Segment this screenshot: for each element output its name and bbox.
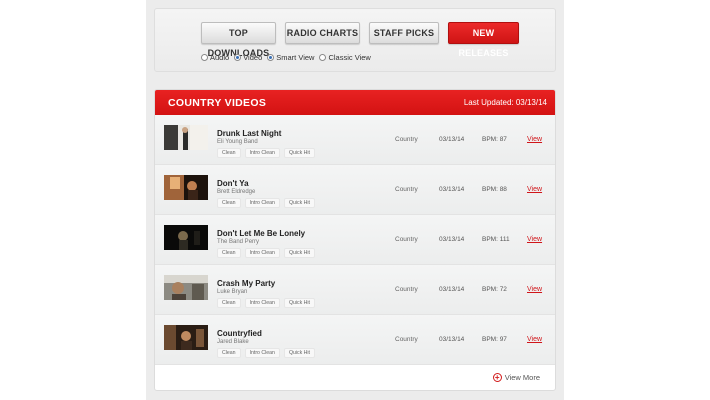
classic-view-radio[interactable]: Classic View: [319, 53, 371, 62]
video-label: Video: [243, 53, 263, 62]
edit-tags: Clean Intro Clean Quick Hit: [217, 248, 319, 258]
edit-quick-hit-button[interactable]: Quick Hit: [283, 148, 315, 158]
category-tabs: Top Downloads Radio Charts Staff Picks N…: [201, 22, 528, 58]
edit-intro-clean-button[interactable]: Intro Clean: [244, 348, 280, 358]
audio-radio-button[interactable]: [201, 54, 208, 61]
edit-quick-hit-button[interactable]: Quick Hit: [283, 198, 315, 208]
list-item: Countryfied Jared Blake Clean Intro Clea…: [155, 315, 555, 365]
genre: Country: [395, 136, 418, 143]
audio-label: Audio: [210, 53, 230, 62]
edit-quick-hit-button[interactable]: Quick Hit: [283, 298, 315, 308]
list-item: Drunk Last Night Eli Young Band Clean In…: [155, 115, 555, 165]
video-radio-button[interactable]: [234, 54, 242, 61]
bpm: BPM: 88: [482, 186, 507, 193]
song-title: Drunk Last Night: [217, 129, 282, 138]
video-radio[interactable]: Video: [234, 53, 262, 62]
artist-name: Eli Young Band: [217, 139, 258, 145]
bpm: BPM: 87: [482, 136, 507, 143]
edit-clean-button[interactable]: Clean: [217, 198, 241, 208]
genre: Country: [395, 236, 418, 243]
last-updated: Last Updated: 03/13/14: [463, 98, 547, 107]
edit-tags: Clean Intro Clean Quick Hit: [217, 298, 319, 308]
artist-name: Brett Eldredge: [217, 189, 256, 195]
video-thumbnail[interactable]: [164, 125, 208, 150]
genre: Country: [395, 336, 418, 343]
release-date: 03/13/14: [439, 136, 465, 143]
song-title: Countryfied: [217, 329, 262, 338]
thumbnail-image: [164, 225, 208, 250]
release-date: 03/13/14: [439, 286, 465, 293]
list-title: COUNTRY VIDEOS: [168, 97, 267, 109]
artist-name: Luke Bryan: [217, 289, 248, 295]
video-list-panel: COUNTRY VIDEOS Last Updated: 03/13/14 Dr…: [154, 89, 556, 391]
release-date: 03/13/14: [439, 336, 465, 343]
thumbnail-image: [164, 125, 208, 150]
view-more-label: View More: [504, 373, 540, 382]
artist-name: Jared Blake: [217, 339, 249, 345]
edit-clean-button[interactable]: Clean: [217, 348, 241, 358]
view-options: Audio Video Smart View Classic View: [201, 53, 376, 62]
list-header: COUNTRY VIDEOS Last Updated: 03/13/14: [155, 90, 555, 115]
edit-clean-button[interactable]: Clean: [217, 148, 241, 158]
plus-circle-icon: +: [492, 373, 502, 382]
list-item: Don't Ya Brett Eldredge Clean Intro Clea…: [155, 165, 555, 215]
view-link[interactable]: View: [527, 136, 542, 143]
list-item: Don't Let Me Be Lonely The Band Perry Cl…: [155, 215, 555, 265]
video-thumbnail[interactable]: [164, 325, 208, 350]
release-date: 03/13/14: [439, 236, 465, 243]
thumbnail-image: [164, 175, 208, 200]
edit-tags: Clean Intro Clean Quick Hit: [217, 148, 319, 158]
song-title: Crash My Party: [217, 279, 276, 288]
view-link[interactable]: View: [527, 236, 542, 243]
video-thumbnail[interactable]: [164, 225, 208, 250]
view-more-button[interactable]: + View More: [492, 373, 540, 382]
song-title: Don't Ya: [217, 179, 249, 188]
filter-panel: Top Downloads Radio Charts Staff Picks N…: [154, 8, 556, 72]
video-thumbnail[interactable]: [164, 275, 208, 300]
audio-radio[interactable]: Audio: [201, 53, 229, 62]
list-item: Crash My Party Luke Bryan Clean Intro Cl…: [155, 265, 555, 315]
smart-view-radio[interactable]: Smart View: [267, 53, 314, 62]
tab-top-downloads[interactable]: Top Downloads: [201, 22, 276, 58]
release-date: 03/13/14: [439, 186, 465, 193]
song-title: Don't Let Me Be Lonely: [217, 229, 306, 238]
smart-view-radio-button[interactable]: [267, 54, 275, 61]
thumbnail-image: [164, 275, 208, 300]
thumbnail-image: [164, 325, 208, 350]
edit-tags: Clean Intro Clean Quick Hit: [217, 198, 319, 208]
view-link[interactable]: View: [527, 336, 542, 343]
edit-intro-clean-button[interactable]: Intro Clean: [244, 298, 280, 308]
bpm: BPM: 72: [482, 286, 507, 293]
video-thumbnail[interactable]: [164, 175, 208, 200]
edit-intro-clean-button[interactable]: Intro Clean: [244, 148, 280, 158]
edit-intro-clean-button[interactable]: Intro Clean: [244, 198, 280, 208]
artist-name: The Band Perry: [217, 239, 260, 245]
classic-view-radio-button[interactable]: [319, 54, 327, 61]
view-link[interactable]: View: [527, 186, 542, 193]
bpm: BPM: 97: [482, 336, 507, 343]
edit-clean-button[interactable]: Clean: [217, 248, 241, 258]
edit-quick-hit-button[interactable]: Quick Hit: [283, 248, 315, 258]
bpm: BPM: 111: [482, 236, 510, 243]
edit-clean-button[interactable]: Clean: [217, 298, 241, 308]
classic-view-label: Classic View: [328, 53, 371, 62]
tab-new-releases[interactable]: New Releases: [448, 22, 519, 58]
tab-radio-charts[interactable]: Radio Charts: [285, 22, 360, 44]
smart-view-label: Smart View: [276, 53, 315, 62]
edit-intro-clean-button[interactable]: Intro Clean: [244, 248, 280, 258]
genre: Country: [395, 286, 418, 293]
edit-tags: Clean Intro Clean Quick Hit: [217, 348, 319, 358]
view-link[interactable]: View: [527, 286, 542, 293]
edit-quick-hit-button[interactable]: Quick Hit: [283, 348, 315, 358]
tab-staff-picks[interactable]: Staff Picks: [369, 22, 439, 44]
genre: Country: [395, 186, 418, 193]
